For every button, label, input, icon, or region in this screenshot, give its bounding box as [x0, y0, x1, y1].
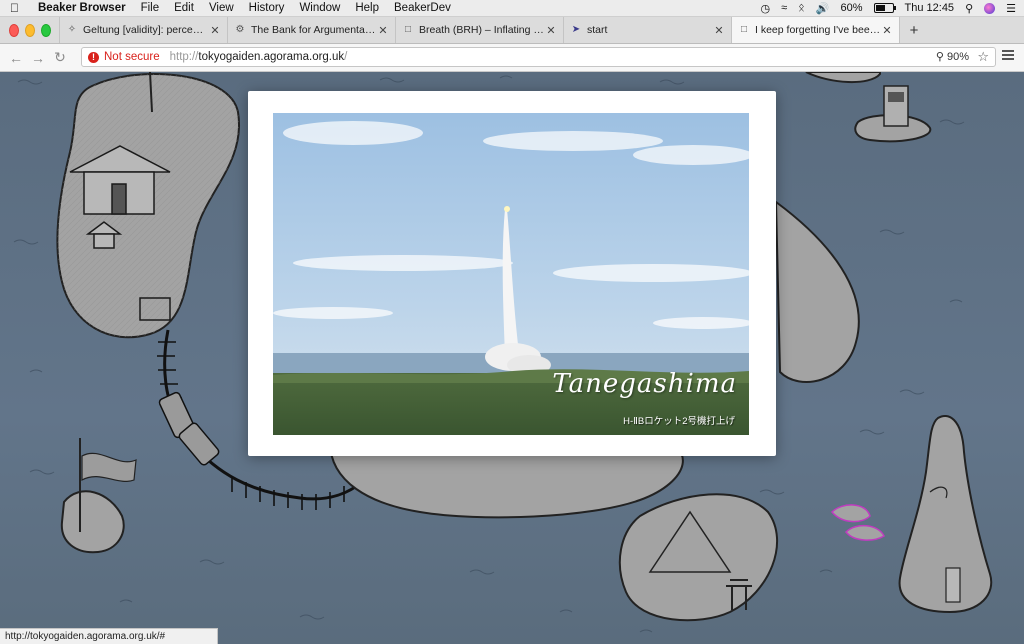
page-icon: □: [740, 24, 748, 35]
photo-subtitle: H-ⅡBロケット2号機打上げ: [623, 416, 735, 427]
menu-beakerdev[interactable]: BeakerDev: [394, 2, 451, 14]
rocket-launch-photo: Tanegashima H-ⅡBロケット2号機打上げ: [273, 113, 749, 435]
battery-icon[interactable]: [873, 3, 896, 13]
window-controls: [0, 17, 59, 43]
close-tab-icon[interactable]: ✕: [545, 24, 557, 37]
menu-history[interactable]: History: [249, 2, 285, 14]
zoom-indicator[interactable]: ⚲ 90%: [935, 50, 969, 64]
spotlight-icon[interactable]: ⚲: [965, 2, 973, 15]
time-machine-icon[interactable]: ◷: [761, 2, 771, 15]
siri-icon[interactable]: [984, 2, 996, 14]
menu-icon[interactable]: [1002, 50, 1014, 60]
bluetooth-icon[interactable]: ᛟ: [798, 2, 805, 14]
close-tab-icon[interactable]: ✕: [209, 24, 221, 37]
menu-file[interactable]: File: [141, 2, 160, 14]
tab-geltung[interactable]: ✧ Geltung [validity]: perception ... ✕: [59, 17, 227, 43]
menu-bar:  Beaker Browser File Edit View History …: [0, 0, 1024, 17]
tab-start[interactable]: ➤ start ✕: [563, 17, 731, 43]
zoom-level: 90%: [946, 50, 969, 63]
bird-icon: ➤: [571, 24, 581, 35]
tab-title: The Bank for Argumentation: [251, 24, 377, 36]
back-button[interactable]: ←: [5, 50, 27, 66]
apple-icon[interactable]: : [10, 1, 24, 15]
close-tab-icon[interactable]: ✕: [713, 24, 725, 37]
battery-percent[interactable]: 60%: [840, 2, 862, 14]
tab-bank-argumentation[interactable]: ⚙ The Bank for Argumentation ✕: [227, 17, 395, 43]
photo-title: Tanegashima: [552, 369, 737, 399]
url-bar[interactable]: ! Not secure http:// tokyogaiden.agorama…: [81, 47, 996, 67]
menu-view[interactable]: View: [209, 2, 234, 14]
island-right: [774, 199, 860, 383]
close-tab-icon[interactable]: ✕: [377, 24, 389, 37]
close-window-button[interactable]: [9, 23, 19, 37]
url-path: /: [344, 51, 348, 63]
train-drawing: [158, 391, 220, 466]
menu-edit[interactable]: Edit: [174, 2, 194, 14]
magnifier-icon: ⚲: [935, 51, 944, 63]
tab-tokyogaiden[interactable]: □ I keep forgetting I've been to ... ✕: [731, 17, 899, 43]
menu-window[interactable]: Window: [299, 2, 340, 14]
tab-strip: ✧ Geltung [validity]: perception ... ✕ ⚙…: [0, 17, 1024, 44]
clock[interactable]: Thu 12:45: [905, 2, 955, 14]
page-icon: □: [404, 24, 412, 35]
zoom-window-button[interactable]: [41, 23, 51, 37]
menu-help[interactable]: Help: [355, 2, 379, 14]
island-flag: [60, 490, 125, 554]
volume-icon[interactable]: 🔊: [816, 2, 830, 15]
not-secure-label[interactable]: Not secure: [104, 51, 160, 63]
reload-button[interactable]: ↻: [49, 49, 71, 66]
new-tab-button[interactable]: +: [899, 17, 928, 43]
status-bar-url: http://tokyogaiden.agorama.org.uk/#: [0, 628, 218, 644]
gear-icon: ⚙: [235, 24, 245, 35]
forward-button[interactable]: →: [27, 50, 49, 66]
photo-modal: Tanegashima H-ⅡBロケット2号機打上げ: [248, 91, 776, 456]
tab-title: Geltung [validity]: perception ...: [83, 24, 209, 36]
tab-title: I keep forgetting I've been to ...: [755, 24, 881, 36]
url-host: tokyogaiden.agorama.org.uk: [198, 51, 345, 63]
menu-app-name[interactable]: Beaker Browser: [38, 2, 126, 14]
warning-icon[interactable]: !: [88, 51, 99, 63]
island-mountain: [618, 493, 778, 622]
url-protocol: http://: [169, 51, 199, 63]
tab-breath[interactable]: □ Breath (BRH) – Inflating Crypt... ✕: [395, 17, 563, 43]
nav-bar: ← → ↻ ! Not secure http:// tokyogaiden.a…: [0, 44, 1024, 72]
page-content: Tanegashima H-ⅡBロケット2号機打上げ http://tokyog…: [0, 72, 1024, 644]
notification-center-icon[interactable]: ☰: [1006, 2, 1016, 15]
tab-title: start: [587, 24, 608, 36]
menu-extras: ◷ ≈ ᛟ 🔊 60% Thu 12:45 ⚲ ☰: [761, 0, 1016, 16]
puzzle-icon: ✧: [67, 24, 77, 35]
tab-title: Breath (BRH) – Inflating Crypt...: [419, 24, 545, 36]
close-tab-icon[interactable]: ✕: [881, 24, 893, 37]
bookmark-star-icon[interactable]: ☆: [977, 49, 989, 65]
minimize-window-button[interactable]: [25, 23, 35, 37]
wifi-icon[interactable]: ≈: [781, 2, 787, 14]
